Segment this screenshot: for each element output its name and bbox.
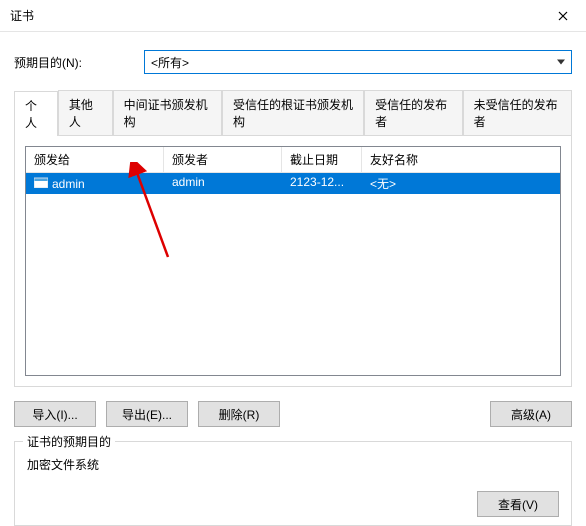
chevron-down-icon — [557, 60, 565, 65]
tab-strip: 个人 其他人 中间证书颁发机构 受信任的根证书颁发机构 受信任的发布者 未受信任… — [14, 90, 572, 136]
tab-intermediate-ca[interactable]: 中间证书颁发机构 — [113, 90, 222, 135]
tab-other-people[interactable]: 其他人 — [58, 90, 113, 135]
purpose-selected: <所有> — [151, 54, 189, 71]
tab-trusted-root-ca[interactable]: 受信任的根证书颁发机构 — [222, 90, 364, 135]
advanced-button[interactable]: 高级(A) — [490, 401, 572, 427]
cell-issued-to: admin — [52, 177, 85, 191]
cell-friendly: <无> — [362, 173, 560, 194]
purpose-label: 预期目的(N): — [14, 54, 144, 71]
button-row: 导入(I)... 导出(E)... 删除(R) 高级(A) — [14, 401, 572, 427]
certificate-icon — [34, 176, 48, 191]
col-expires[interactable]: 截止日期 — [282, 147, 362, 172]
close-icon — [558, 8, 568, 24]
list-row[interactable]: admin admin 2123-12... <无> — [26, 173, 560, 194]
list-pane: 颁发给 颁发者 截止日期 友好名称 admin admin 2123-12...… — [14, 136, 572, 387]
col-issued-by[interactable]: 颁发者 — [164, 147, 282, 172]
export-button[interactable]: 导出(E)... — [106, 401, 188, 427]
tab-trusted-publishers[interactable]: 受信任的发布者 — [364, 90, 462, 135]
tab-personal[interactable]: 个人 — [14, 91, 58, 136]
purpose-group: 证书的预期目的 加密文件系统 查看(V) — [14, 441, 572, 526]
import-button[interactable]: 导入(I)... — [14, 401, 96, 427]
purpose-row: 预期目的(N): <所有> — [14, 50, 572, 74]
title-bar: 证书 — [0, 0, 586, 32]
list-header: 颁发给 颁发者 截止日期 友好名称 — [26, 147, 560, 173]
close-button[interactable] — [540, 0, 586, 32]
certificate-list[interactable]: 颁发给 颁发者 截止日期 友好名称 admin admin 2123-12...… — [25, 146, 561, 376]
tab-untrusted-publishers[interactable]: 未受信任的发布者 — [463, 90, 572, 135]
col-issued-to[interactable]: 颁发给 — [26, 147, 164, 172]
cell-expires: 2123-12... — [282, 173, 362, 194]
view-button[interactable]: 查看(V) — [477, 491, 559, 517]
purpose-dropdown[interactable]: <所有> — [144, 50, 572, 74]
window-title: 证书 — [10, 7, 540, 24]
remove-button[interactable]: 删除(R) — [198, 401, 280, 427]
purpose-text: 加密文件系统 — [27, 456, 559, 473]
cell-issued-by: admin — [164, 173, 282, 194]
group-title: 证书的预期目的 — [23, 433, 115, 450]
col-friendly-name[interactable]: 友好名称 — [362, 147, 560, 172]
